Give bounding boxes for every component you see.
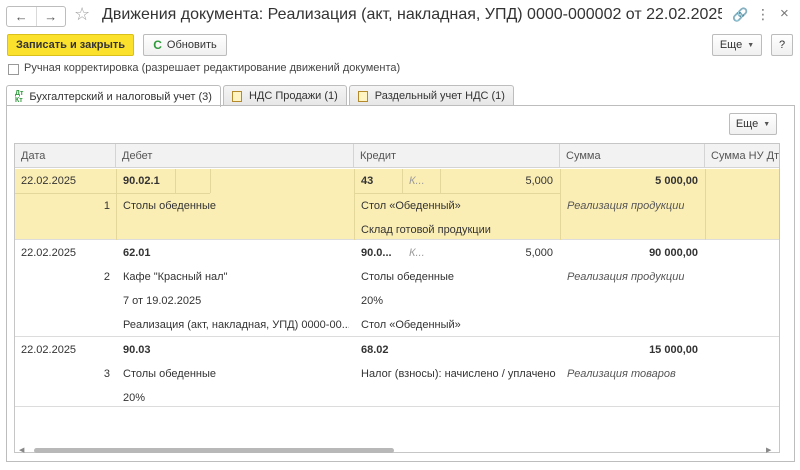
- tab-separate-vat[interactable]: Раздельный учет НДС (1): [348, 85, 514, 106]
- column-header-debit[interactable]: Дебет: [116, 144, 354, 168]
- forward-button[interactable]: →: [35, 7, 66, 26]
- table-row[interactable]: 22.02.2025 1 90.02.1 Столы обеденные 43 …: [15, 169, 779, 240]
- debit-subconto: Столы обеденные: [123, 368, 216, 380]
- manual-edit-checkbox[interactable]: [8, 64, 19, 75]
- title-bar: ← → ☆ Движения документа: Реализация (ак…: [0, 0, 800, 32]
- credit-k: К...: [409, 247, 425, 259]
- row-date: 22.02.2025: [21, 175, 77, 187]
- credit-subconto: 20%: [361, 295, 384, 307]
- tab-vat-sales[interactable]: НДС Продажи (1): [222, 85, 347, 106]
- close-icon[interactable]: ×: [780, 5, 789, 22]
- refresh-label: Обновить: [166, 39, 217, 51]
- column-header-date[interactable]: Дата: [15, 144, 116, 168]
- credit-subconto: Стол «Обеденный»: [361, 200, 461, 212]
- help-button[interactable]: ?: [771, 34, 793, 56]
- credit-account: 90.0...: [361, 247, 392, 259]
- tab-bar: Дт Кт Бухгалтерский и налоговый учет (3) …: [6, 85, 516, 107]
- more-label: Еще: [735, 118, 759, 130]
- manual-edit-label[interactable]: Ручная корректировка (разрешает редактир…: [24, 62, 400, 74]
- table-header: Дата Дебет Кредит Сумма Сумма НУ Дт: [15, 144, 779, 168]
- favorite-star-icon[interactable]: ☆: [74, 4, 90, 25]
- credit-k: К...: [409, 175, 425, 187]
- back-arrow-icon: ←: [14, 9, 28, 24]
- row-date: 22.02.2025: [21, 344, 77, 356]
- horizontal-scrollbar[interactable]: ◀ ▶: [14, 446, 780, 456]
- debit-account: 62.01: [123, 247, 151, 259]
- tab-label: Раздельный учет НДС (1): [374, 90, 505, 102]
- more-button[interactable]: Еще ▼: [712, 34, 762, 56]
- tab-accounting[interactable]: Дт Кт Бухгалтерский и налоговый учет (3): [6, 85, 221, 107]
- scroll-thumb[interactable]: [34, 448, 394, 453]
- tab-label: Бухгалтерский и налоговый учет (3): [29, 90, 212, 103]
- back-button[interactable]: ←: [7, 7, 36, 26]
- scroll-left-icon[interactable]: ◀: [19, 446, 24, 454]
- save-and-close-button[interactable]: Записать и закрыть: [7, 34, 134, 56]
- table-row[interactable]: 22.02.2025 2 62.01 Кафе "Красный нал" 7 …: [15, 240, 779, 337]
- register-icon: [357, 90, 368, 102]
- table-more-button[interactable]: Еще ▼: [729, 113, 777, 135]
- debit-subconto: Кафе "Красный нал": [123, 271, 228, 283]
- refresh-button[interactable]: C Обновить: [143, 34, 227, 56]
- credit-subconto: Налог (взносы): начислено / уплачено: [361, 368, 556, 380]
- sum-note: Реализация продукции: [567, 200, 685, 212]
- debit-account: 90.03: [123, 344, 151, 356]
- column-header-sum[interactable]: Сумма: [560, 144, 705, 168]
- debit-subconto: 7 от 19.02.2025: [123, 295, 202, 307]
- table-row[interactable]: 22.02.2025 3 90.03 Столы обеденные 20% 6…: [15, 337, 779, 407]
- link-icon[interactable]: 🔗: [732, 7, 748, 23]
- debit-subconto: 20%: [123, 392, 146, 404]
- refresh-icon: C: [153, 38, 162, 52]
- debit-account: 90.02.1: [123, 175, 160, 187]
- credit-subconto: Склад готовой продукции: [361, 224, 491, 236]
- tab-label: НДС Продажи (1): [248, 90, 338, 102]
- sum-note: Реализация продукции: [567, 271, 685, 283]
- row-number: 2: [103, 271, 110, 283]
- debit-subconto: Реализация (акт, накладная, УПД) 0000-00…: [123, 319, 349, 331]
- postings-table[interactable]: Дата Дебет Кредит Сумма Сумма НУ Дт 22.0…: [14, 143, 780, 453]
- register-icon: [231, 90, 242, 102]
- column-header-credit[interactable]: Кредит: [354, 144, 560, 168]
- debit-subconto: Столы обеденные: [123, 200, 216, 212]
- dt-kt-icon: Дт Кт: [15, 89, 24, 104]
- credit-subconto: Столы обеденные: [361, 271, 454, 283]
- row-number: 3: [103, 368, 110, 380]
- window-title: Движения документа: Реализация (акт, нак…: [102, 6, 722, 23]
- sum-note: Реализация товаров: [567, 368, 676, 380]
- row-sum: 5 000,00: [655, 175, 698, 187]
- nav-buttons: ← →: [6, 6, 66, 27]
- scroll-right-icon[interactable]: ▶: [766, 446, 771, 454]
- chevron-down-icon: ▼: [747, 41, 755, 49]
- chevron-down-icon: ▼: [763, 120, 771, 128]
- credit-quantity: 5,000: [525, 247, 553, 259]
- more-label: Еще: [719, 39, 743, 51]
- row-sum: 90 000,00: [649, 247, 698, 259]
- column-header-sum-nu-dt[interactable]: Сумма НУ Дт: [705, 144, 779, 168]
- credit-account: 68.02: [361, 344, 389, 356]
- forward-arrow-icon: →: [44, 9, 58, 24]
- row-sum: 15 000,00: [649, 344, 698, 356]
- more-actions-icon[interactable]: ⋮: [756, 6, 770, 23]
- credit-quantity: 5,000: [525, 175, 553, 187]
- credit-account: 43: [361, 175, 374, 187]
- row-number: 1: [103, 200, 110, 212]
- row-date: 22.02.2025: [21, 247, 77, 259]
- credit-subconto: Стол «Обеденный»: [361, 319, 461, 331]
